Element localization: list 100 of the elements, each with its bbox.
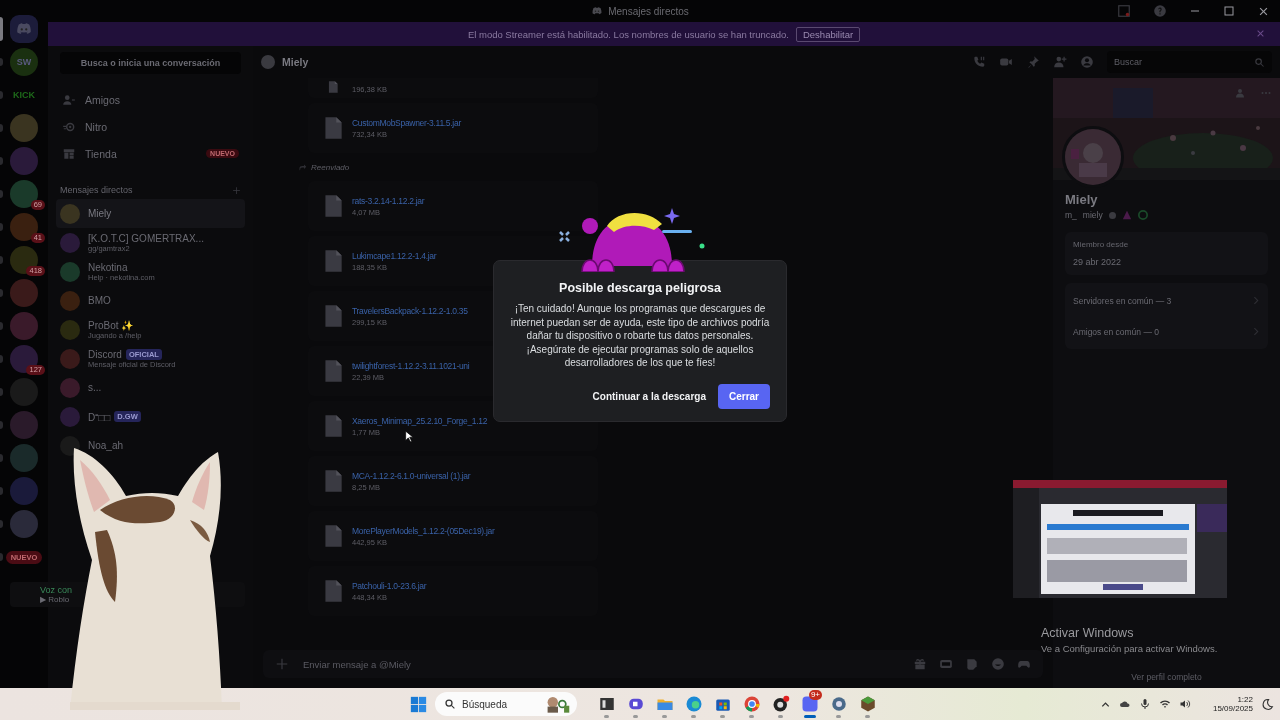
plus-icon[interactable]	[275, 657, 289, 671]
file-link[interactable]: CustomMobSpawner-3.11.5.jar	[352, 117, 461, 128]
activation-message: Ve a Configuración para activar Windows.	[1041, 643, 1218, 654]
status-icon	[1108, 211, 1116, 219]
full-profile-link[interactable]: Ver perfil completo	[1131, 672, 1202, 682]
file-link[interactable]: rats-3.2.14-1.12.2.jar	[352, 195, 425, 206]
circle-badge-icon	[1137, 210, 1148, 220]
nav-item[interactable]: Amigos	[56, 86, 245, 113]
app-icon	[743, 695, 761, 713]
mouse-cursor-icon	[405, 430, 413, 443]
profile-row[interactable]: Servidores en común — 3	[1073, 285, 1260, 316]
server-icon[interactable]	[10, 312, 38, 340]
moon-icon	[1261, 697, 1274, 711]
avatar	[60, 203, 80, 224]
search-placeholder: Búsqueda	[462, 698, 509, 710]
avatar	[60, 232, 80, 253]
home-button[interactable]	[10, 15, 38, 43]
search-field[interactable]: Buscar	[1107, 51, 1272, 73]
microphone-icon	[1138, 698, 1151, 710]
screen-share-icon	[1117, 4, 1131, 18]
file-link[interactable]: Xaeros_Minimap_25.2.10_Forge_1.12	[352, 415, 488, 426]
speaker-icon	[1178, 698, 1191, 710]
contact-name: BMO	[88, 295, 111, 306]
chevron-icon	[1251, 296, 1260, 305]
add-friend-icon[interactable]	[1053, 55, 1067, 69]
continue-download-button[interactable]: Continuar a la descarga	[590, 384, 708, 408]
server-button[interactable]: KICK	[13, 90, 35, 100]
gift-icon[interactable]	[913, 657, 927, 671]
disable-button[interactable]: Deshabilitar	[795, 26, 861, 42]
file-link[interactable]: MorePlayerModels_1.12.2-(05Dec19).jar	[352, 525, 495, 536]
avatar	[60, 319, 80, 340]
server-icon[interactable]	[10, 114, 38, 142]
app-icon	[598, 695, 616, 713]
display-name: Miely	[1065, 192, 1099, 207]
plus-icon[interactable]	[232, 185, 241, 195]
nav-label: Tienda	[85, 147, 118, 160]
call-icon[interactable]	[972, 55, 986, 69]
avatar	[60, 290, 80, 311]
avatar	[60, 435, 80, 456]
dialog-message: ¡Ten cuidado! Aunque los programas que descargues de internet puedan ser de ayuda, este tipo de archivos podría dañar tu dispositivo o robarte tus datos personales. ¡Asegúrate de ejecutar programas solo de aquellos desarrolladores de los que te fíes!	[509, 302, 771, 370]
nav-label: Nitro	[85, 120, 109, 133]
clock-time: 1:22	[1237, 695, 1253, 704]
avatar	[261, 55, 275, 69]
app-icon	[685, 695, 703, 713]
conversation-item[interactable]: Miely	[56, 199, 245, 228]
avatar	[60, 377, 80, 398]
forwarded-label: Reenviado	[311, 162, 350, 172]
search-highlight-icon	[545, 695, 571, 713]
clock-date: 15/09/2025	[1212, 704, 1253, 713]
friends-icon	[62, 92, 76, 107]
file-link[interactable]: Lukimcape1.12.2-1.4.jar	[352, 250, 437, 261]
file-link[interactable]: Patchouli-1.0-23.6.jar	[352, 580, 427, 591]
message-placeholder: Enviar mensaje a @Miely	[303, 658, 412, 670]
search-field[interactable]: Búsqueda	[435, 692, 577, 716]
search-field[interactable]: Busca o inicia una conversación	[60, 52, 241, 74]
message-field[interactable]: Enviar mensaje a @Miely	[263, 650, 1043, 678]
app-icon	[772, 695, 790, 713]
nav-label: Amigos	[85, 93, 121, 106]
contact-name: ProBot ✨	[88, 319, 134, 331]
nav-item[interactable]: Nitro	[56, 113, 245, 140]
sticker-icon[interactable]	[965, 657, 979, 671]
file-link[interactable]: TravelersBackpack-1.12.2-1.0.35	[352, 305, 468, 316]
profile-icon[interactable]	[1080, 55, 1094, 69]
chevron-icon	[1251, 327, 1260, 336]
section-heading: Mensajes directos	[60, 185, 133, 195]
search-placeholder: Buscar	[1114, 57, 1142, 67]
app-icon	[859, 695, 877, 713]
username: miely	[1082, 210, 1103, 220]
member-since-label: Miembro desde	[1073, 240, 1130, 249]
server-icon[interactable]	[10, 444, 38, 472]
gif-icon[interactable]	[939, 657, 953, 671]
contact-name: Miely	[88, 208, 112, 219]
close-button[interactable]: Cerrar	[717, 383, 770, 409]
server-icon[interactable]: SW	[10, 48, 38, 76]
emoji-icon[interactable]	[991, 657, 1005, 671]
banner-message: El modo Streamer está habilitado. Los nombres de usuario se han truncado.	[467, 28, 789, 40]
taskbar-app[interactable]: 9+	[798, 690, 822, 718]
conversation-item[interactable]: BMO	[56, 286, 245, 315]
recipient-name: Miely	[282, 56, 309, 68]
start-icon[interactable]	[410, 696, 427, 713]
search-icon	[1254, 56, 1265, 68]
pin-icon[interactable]	[1026, 55, 1040, 69]
contact-name: Discord	[88, 348, 122, 360]
member-since-date: 29 abr 2022	[1073, 257, 1123, 267]
avatar	[60, 261, 80, 282]
file-link[interactable]: twilightforest-1.12.2-3.11.1021-uni	[352, 360, 470, 371]
file-link[interactable]: MCA-1.12.2-6.1.0-universal (1).jar	[352, 470, 471, 481]
forward-icon	[298, 162, 307, 172]
help-icon	[1153, 4, 1167, 18]
chat-app-icon	[801, 695, 819, 713]
profile-row[interactable]: Amigos en común — 0	[1073, 316, 1260, 347]
avatar	[60, 406, 80, 427]
server-icon[interactable]	[10, 510, 38, 538]
notification-badge: 9+	[808, 690, 822, 700]
avatar	[60, 348, 80, 369]
search-icon	[444, 698, 456, 710]
contact-name: Nekotina	[88, 261, 128, 273]
cloud-icon	[1118, 698, 1131, 710]
conversation-item[interactable]: s...	[56, 373, 245, 402]
contact-name: [K.O.T.C] GOMERTRAX...	[88, 232, 204, 244]
